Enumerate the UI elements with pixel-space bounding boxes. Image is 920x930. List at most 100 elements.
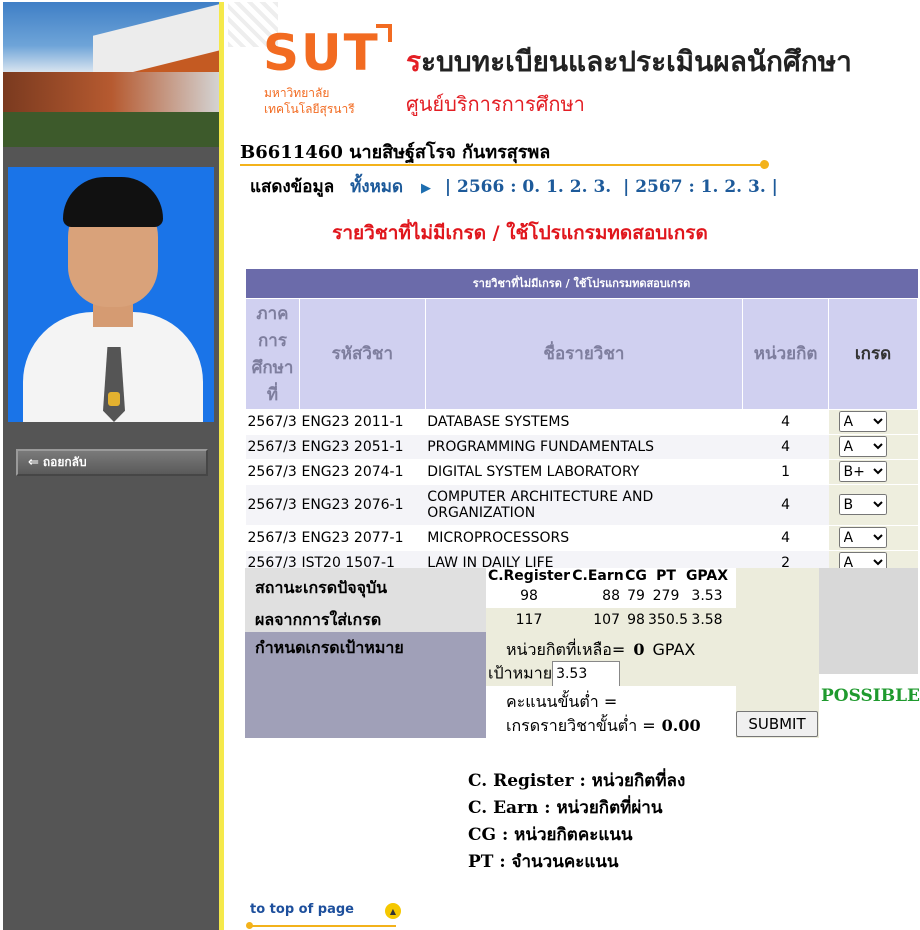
back-label: ถอยกลับ — [42, 455, 87, 469]
submit-button[interactable]: SUBMIT — [736, 711, 818, 737]
code-cell: ENG23 2076-1 — [299, 484, 426, 526]
table-row: 2567/3 ENG23 2011-1 DATABASE SYSTEMS 4 A — [245, 409, 918, 435]
grade-select[interactable]: B — [838, 494, 887, 515]
target-word: เป้าหมาย — [488, 663, 553, 683]
target-box: หน่วยกิตที่เหลือ= 0 GPAX เป้าหมาย — [486, 632, 736, 687]
table-row: 2567/3 ENG23 2076-1 COMPUTER ARCHITECTURE … — [245, 484, 918, 526]
min-grade-value: 0.00 — [661, 716, 701, 735]
status-text: POSSIBLE — [821, 686, 920, 706]
grade-select[interactable]: A — [838, 436, 887, 457]
code-cell: ENG23 2011-1 — [299, 409, 426, 435]
credit-cell: 1 — [742, 459, 829, 485]
course-table: รายวิชาที่ไม่มีเกรด / ใช้โปรแกรมทดสอบเกร… — [245, 269, 918, 576]
divider-dot — [760, 160, 769, 169]
sut-logo: SUT — [263, 24, 380, 82]
student-id-name: B6611460 นายสิษฐ์สโรจ กันทรสุรพล — [240, 142, 551, 163]
year-2567-label: 2567 : — [635, 177, 695, 197]
code-cell: ENG23 2051-1 — [299, 434, 426, 460]
term-link-2567-2[interactable]: 2. — [724, 177, 742, 197]
footer-line — [250, 925, 396, 927]
back-arrow-icon: ⇐ — [28, 455, 39, 470]
term-link-2566-0[interactable]: 0. — [522, 177, 540, 197]
stats-header: C.Register C.Earn CG PT GPAX — [486, 568, 736, 588]
play-triangle-icon: ▶ — [420, 181, 431, 196]
credit-cell: 4 — [742, 434, 829, 460]
credit-cell: 4 — [742, 525, 829, 551]
current-status-label: สถานะเกรดปัจจุบัน — [245, 568, 486, 608]
target-label: กำหนดเกรดเป้าหมาย — [245, 632, 486, 738]
header: SUT มหาวิทยาลัย เทคโนโลยีสุรนารี ระบบทะเ… — [228, 0, 920, 130]
table-caption: รายวิชาที่ไม่มีเกรด / ใช้โปรแกรมทดสอบเกร… — [245, 269, 918, 298]
result-label: ผลจากการใส่เกรด — [245, 608, 486, 632]
term-link-2567-1[interactable]: 1. — [701, 177, 719, 197]
table-row: 2567/3 ENG23 2077-1 MICROPROCESSORS 4 A — [245, 525, 918, 551]
grade-cell: A — [828, 434, 918, 460]
code-cell: ENG23 2074-1 — [299, 459, 426, 485]
grade-select[interactable]: B+ — [838, 461, 887, 482]
header-grade: เกรด — [828, 297, 918, 410]
header-term: ภาคการศึกษาที่ — [245, 297, 300, 410]
remaining-credit-label: หน่วยกิตที่เหลือ= — [506, 640, 626, 659]
grade-cell: A — [828, 409, 918, 435]
legend-register: C. Register : หน่วยกิตที่ลง — [468, 771, 686, 791]
remaining-credit-value: 0 — [633, 640, 645, 659]
term-link-2566-2[interactable]: 2. — [570, 177, 588, 197]
university-name: มหาวิทยาลัย เทคโนโลยีสุรนารี — [264, 86, 355, 116]
status-cell: POSSIBLE — [819, 568, 920, 738]
term-cell: 2567/3 — [245, 525, 300, 551]
sidebar-divider — [219, 2, 224, 930]
grade-cell: B — [828, 484, 918, 526]
grade-cell: B+ — [828, 459, 918, 485]
term-link-2566-1[interactable]: 1. — [546, 177, 564, 197]
current-stats: 98 88 79 279 3.53 — [486, 588, 736, 608]
grade-summary: สถานะเกรดปัจจุบัน ผลจากการใส่เกรด กำหนดเ… — [245, 568, 920, 738]
legend-cg: CG : หน่วยกิตคะแนน — [468, 825, 633, 845]
student-photo — [8, 167, 214, 422]
legend: C. Register : หน่วยกิตที่ลง C. Earn : หน… — [468, 768, 685, 876]
header-code: รหัสวิชา — [298, 297, 426, 410]
term-cell: 2567/3 — [245, 484, 300, 526]
legend-pt: PT : จำนวนคะแนน — [468, 852, 619, 872]
legend-earn: C. Earn : หน่วยกิตที่ผ่าน — [468, 798, 663, 818]
page-heading: รายวิชาที่ไม่มีเกรด / ใช้โปรแกรมทดสอบเกร… — [332, 222, 708, 244]
term-cell: 2567/3 — [245, 459, 300, 485]
credit-cell: 4 — [742, 484, 829, 526]
term-link-2566-3[interactable]: 3. — [593, 177, 611, 197]
system-title: ระบบทะเบียนและประเมินผลนักศึกษา — [406, 45, 852, 78]
logo-corner — [376, 24, 392, 42]
min-score-label: คะแนนขั้นต่ำ = — [506, 692, 618, 711]
year-2566-label: 2566 : — [456, 177, 517, 197]
back-button[interactable]: ⇐ ถอยกลับ — [16, 449, 208, 476]
gpax-label: GPAX — [652, 640, 696, 659]
target-gpax-input[interactable] — [552, 661, 621, 687]
minimum-box: คะแนนขั้นต่ำ = เกรดรายวิชาขั้นต่ำ = 0.00 — [486, 686, 736, 738]
sidebar: ⇐ ถอยกลับ — [3, 2, 220, 930]
course-name-cell: PROGRAMMING FUNDAMENTALS — [425, 434, 743, 460]
term-link-2567-3[interactable]: 3. — [748, 177, 766, 197]
result-stats: 117 107 98 350.5 3.58 — [486, 608, 736, 632]
up-arrow-icon[interactable]: ▲ — [385, 903, 401, 919]
course-name-cell: COMPUTER ARCHITECTURE AND ORGANIZATION — [425, 484, 743, 526]
view-all-link[interactable]: ทั้งหมด — [350, 177, 403, 197]
credit-cell: 4 — [742, 409, 829, 435]
top-of-page-link[interactable]: to top of page — [250, 902, 354, 917]
min-grade-label: เกรดรายวิชาขั้นต่ำ = — [506, 716, 656, 735]
term-cell: 2567/3 — [245, 434, 300, 460]
course-name-cell: MICROPROCESSORS — [425, 525, 743, 551]
term-cell: 2567/3 — [245, 409, 300, 435]
header-credit: หน่วยกิต — [742, 297, 830, 410]
table-row: 2567/3 ENG23 2074-1 DIGITAL SYSTEM LABORAT… — [245, 459, 918, 485]
table-row: 2567/3 ENG23 2051-1 PROGRAMMING FUNDAMENTA… — [245, 434, 918, 460]
course-name-cell: DIGITAL SYSTEM LABORATORY — [425, 459, 743, 485]
code-cell: ENG23 2077-1 — [299, 525, 426, 551]
course-name-cell: DATABASE SYSTEMS — [425, 409, 743, 435]
grade-select[interactable]: A — [838, 527, 887, 548]
grade-cell: A — [828, 525, 918, 551]
view-label: แสดงข้อมูล — [250, 177, 335, 197]
divider-line — [240, 164, 765, 166]
header-course-name: ชื่อรายวิชา — [424, 297, 744, 410]
view-filter-row: แสดงข้อมูล ทั้งหมด ▶ | 2566 : 0. 1. 2. 3… — [250, 177, 778, 197]
system-subtitle: ศูนย์บริการการศึกษา — [406, 92, 585, 116]
grade-select[interactable]: A — [838, 411, 887, 432]
submit-cell: SUBMIT — [736, 568, 819, 738]
